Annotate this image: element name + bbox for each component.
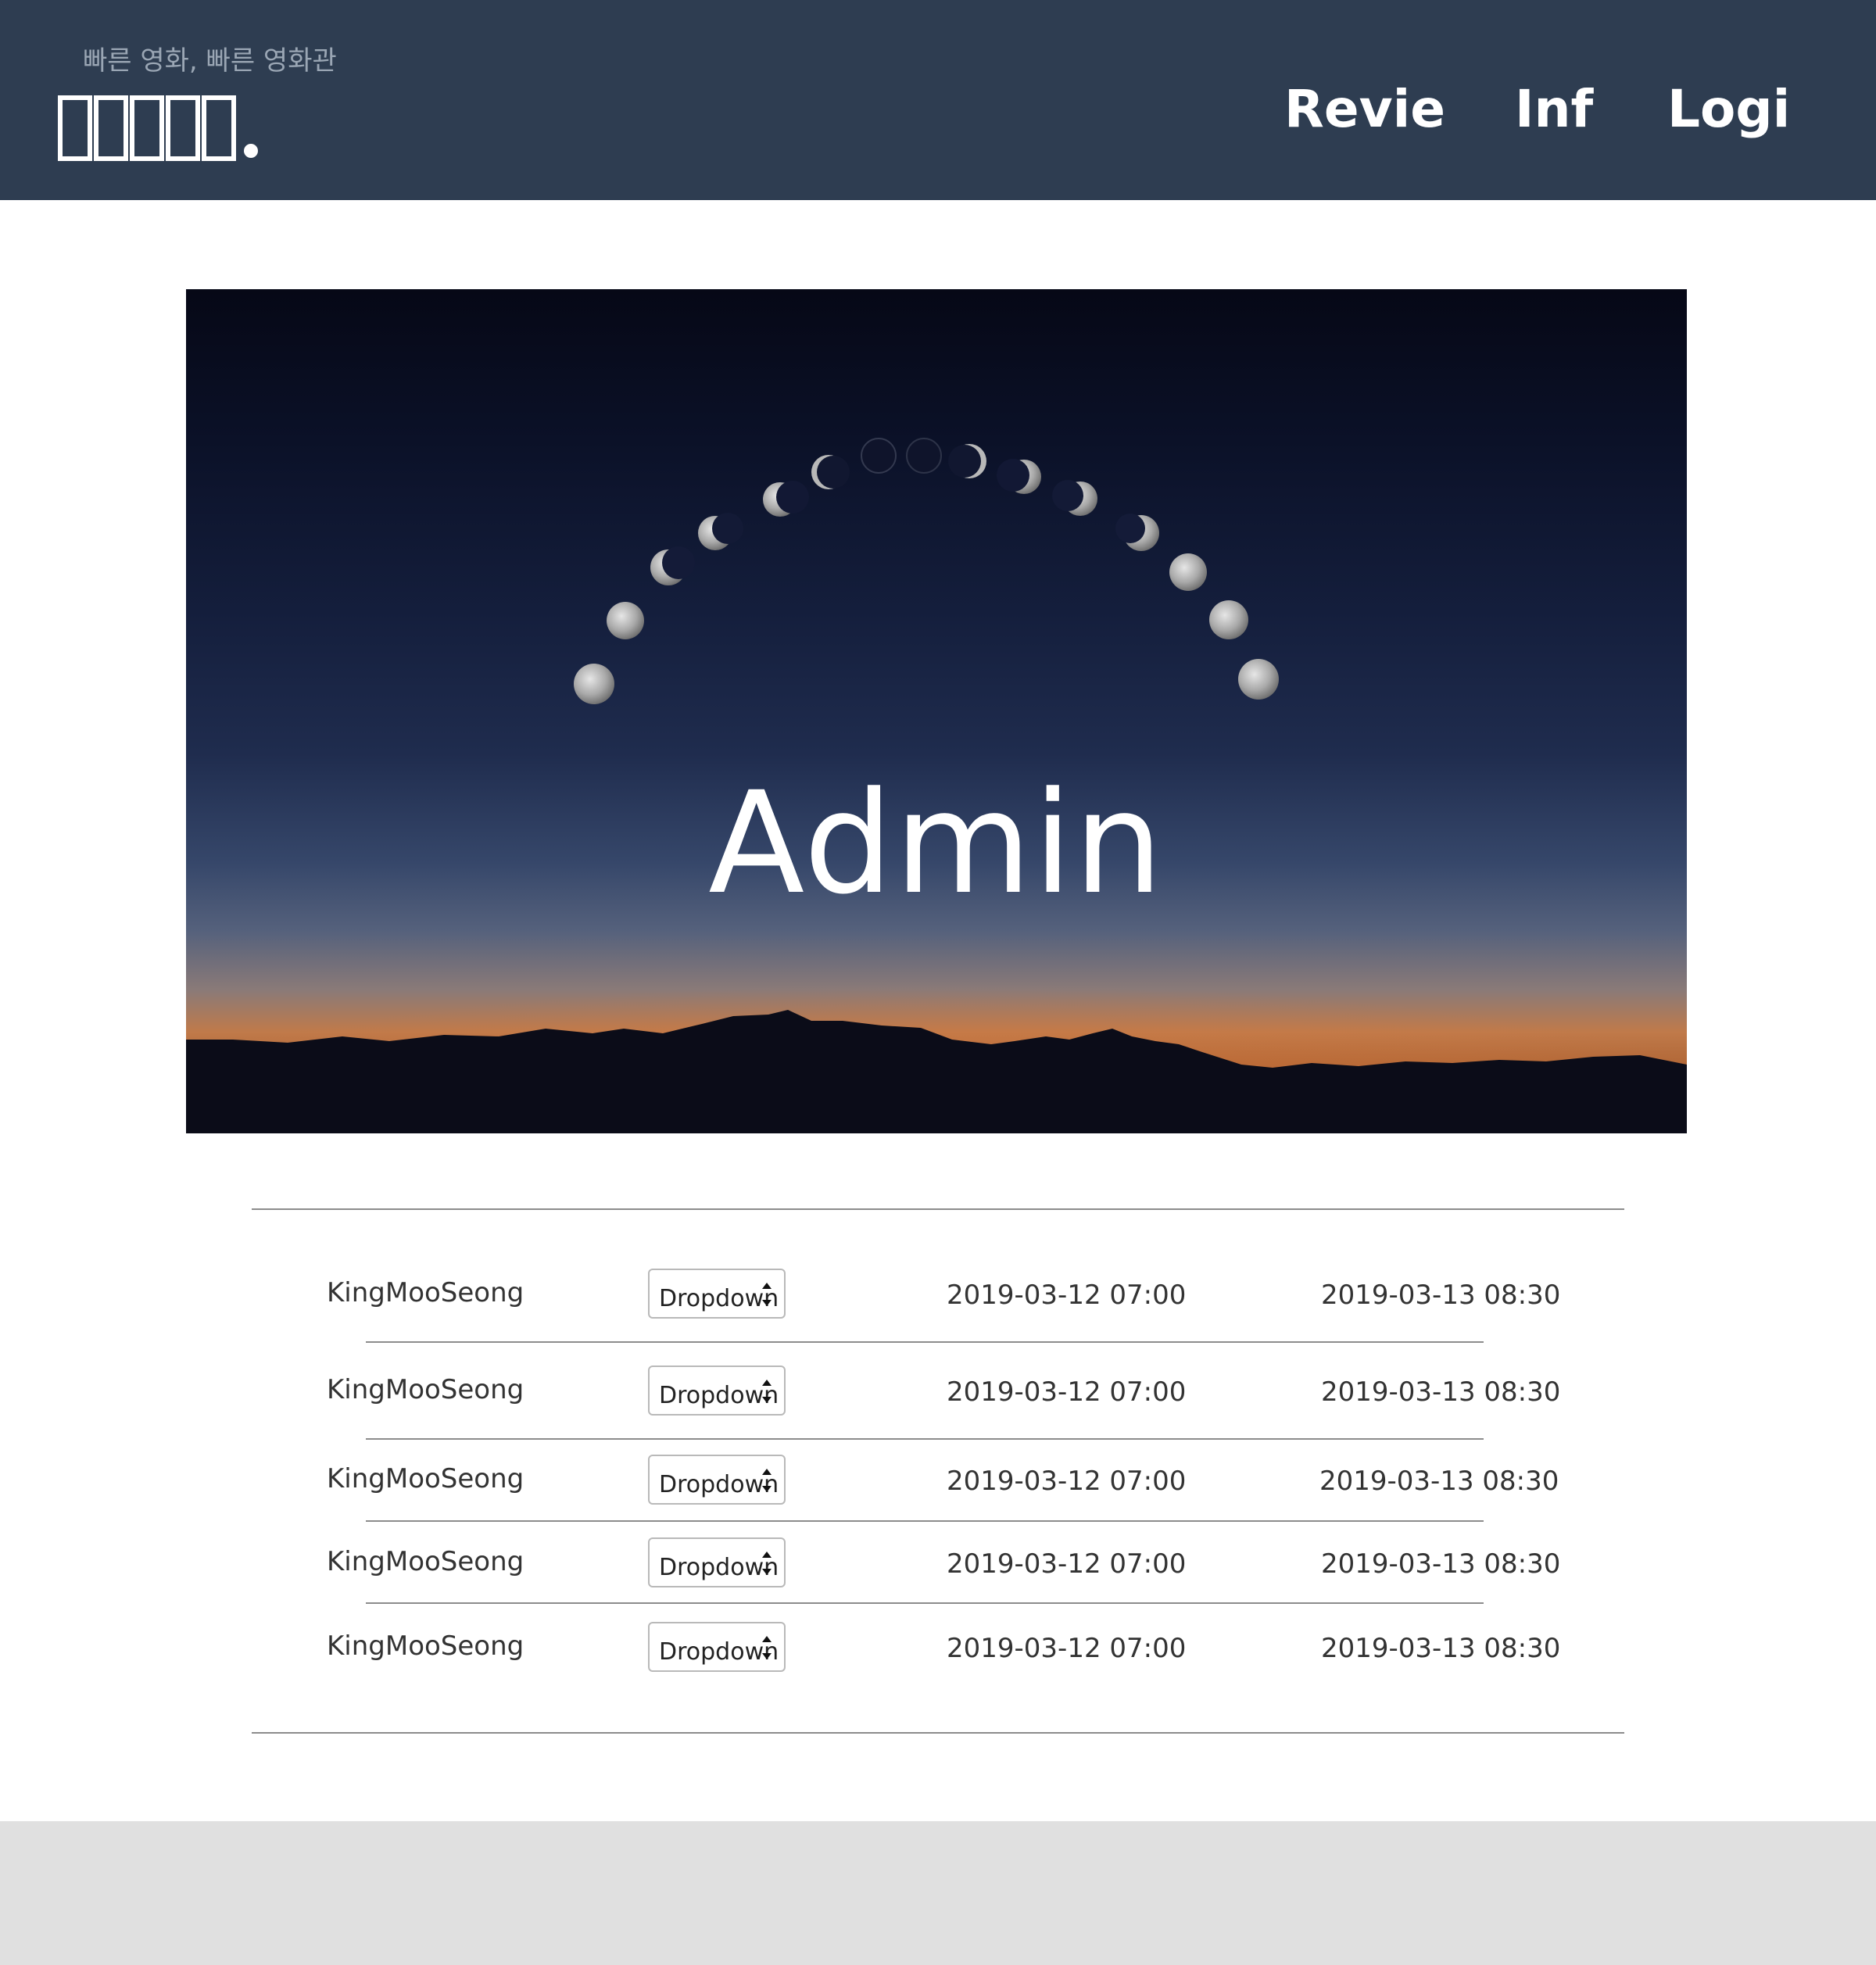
row-end-time: 2019-03-13 08:30	[1321, 1280, 1561, 1311]
site-header: 빠른 영화, 빠른 영화관 Revie Inf Logi	[0, 0, 1876, 200]
row-divider	[366, 1341, 1484, 1343]
logo-glyph	[94, 95, 128, 161]
hero-title: Admin	[708, 762, 1165, 925]
spinner-arrows-icon	[762, 1380, 772, 1403]
row-divider	[366, 1602, 1484, 1604]
row-start-time: 2019-03-12 07:00	[947, 1280, 1187, 1311]
row-user-name: KingMooSeong	[327, 1630, 524, 1662]
row-user-name: KingMooSeong	[327, 1374, 524, 1405]
row-end-time: 2019-03-13 08:30	[1321, 1633, 1561, 1664]
spinner-arrows-icon	[762, 1636, 772, 1659]
moon-phases	[574, 438, 1279, 704]
row-divider	[366, 1520, 1484, 1522]
site-logo[interactable]	[58, 86, 258, 161]
row-status-dropdown[interactable]: Dropdown	[648, 1455, 786, 1505]
spinner-arrows-icon	[762, 1283, 772, 1306]
nav-link-info[interactable]: Inf	[1515, 78, 1593, 141]
row-end-time: 2019-03-13 08:30	[1319, 1466, 1559, 1497]
row-start-time: 2019-03-12 07:00	[947, 1548, 1187, 1580]
row-start-time: 2019-03-12 07:00	[947, 1633, 1187, 1664]
row-user-name: KingMooSeong	[327, 1277, 524, 1308]
logo-glyph	[166, 95, 200, 161]
row-user-name: KingMooSeong	[327, 1546, 524, 1577]
row-end-time: 2019-03-13 08:30	[1321, 1548, 1561, 1580]
row-end-time: 2019-03-13 08:30	[1321, 1376, 1561, 1408]
site-tagline: 빠른 영화, 빠른 영화관	[83, 45, 337, 77]
logo-glyph	[58, 95, 92, 161]
nav-link-review[interactable]: Revie	[1284, 78, 1445, 141]
spinner-arrows-icon	[762, 1552, 772, 1575]
logo-dot	[244, 144, 258, 158]
logo-glyph	[130, 95, 164, 161]
hero-banner: Admin	[186, 289, 1687, 1133]
row-user-name: KingMooSeong	[327, 1463, 524, 1494]
logo-glyph	[202, 95, 236, 161]
list-top-rule	[252, 1208, 1624, 1210]
row-start-time: 2019-03-12 07:00	[947, 1376, 1187, 1408]
site-footer	[0, 1821, 1876, 1965]
nav-link-login[interactable]: Logi	[1667, 78, 1790, 141]
row-status-dropdown[interactable]: Dropdown	[648, 1269, 786, 1319]
row-status-dropdown[interactable]: Dropdown	[648, 1622, 786, 1672]
row-status-dropdown[interactable]: Dropdown	[648, 1365, 786, 1416]
hero-image	[186, 438, 1687, 1133]
row-divider	[366, 1438, 1484, 1440]
spinner-arrows-icon	[762, 1469, 772, 1492]
row-start-time: 2019-03-12 07:00	[947, 1466, 1187, 1497]
row-status-dropdown[interactable]: Dropdown	[648, 1537, 786, 1587]
list-bottom-rule	[252, 1732, 1624, 1734]
